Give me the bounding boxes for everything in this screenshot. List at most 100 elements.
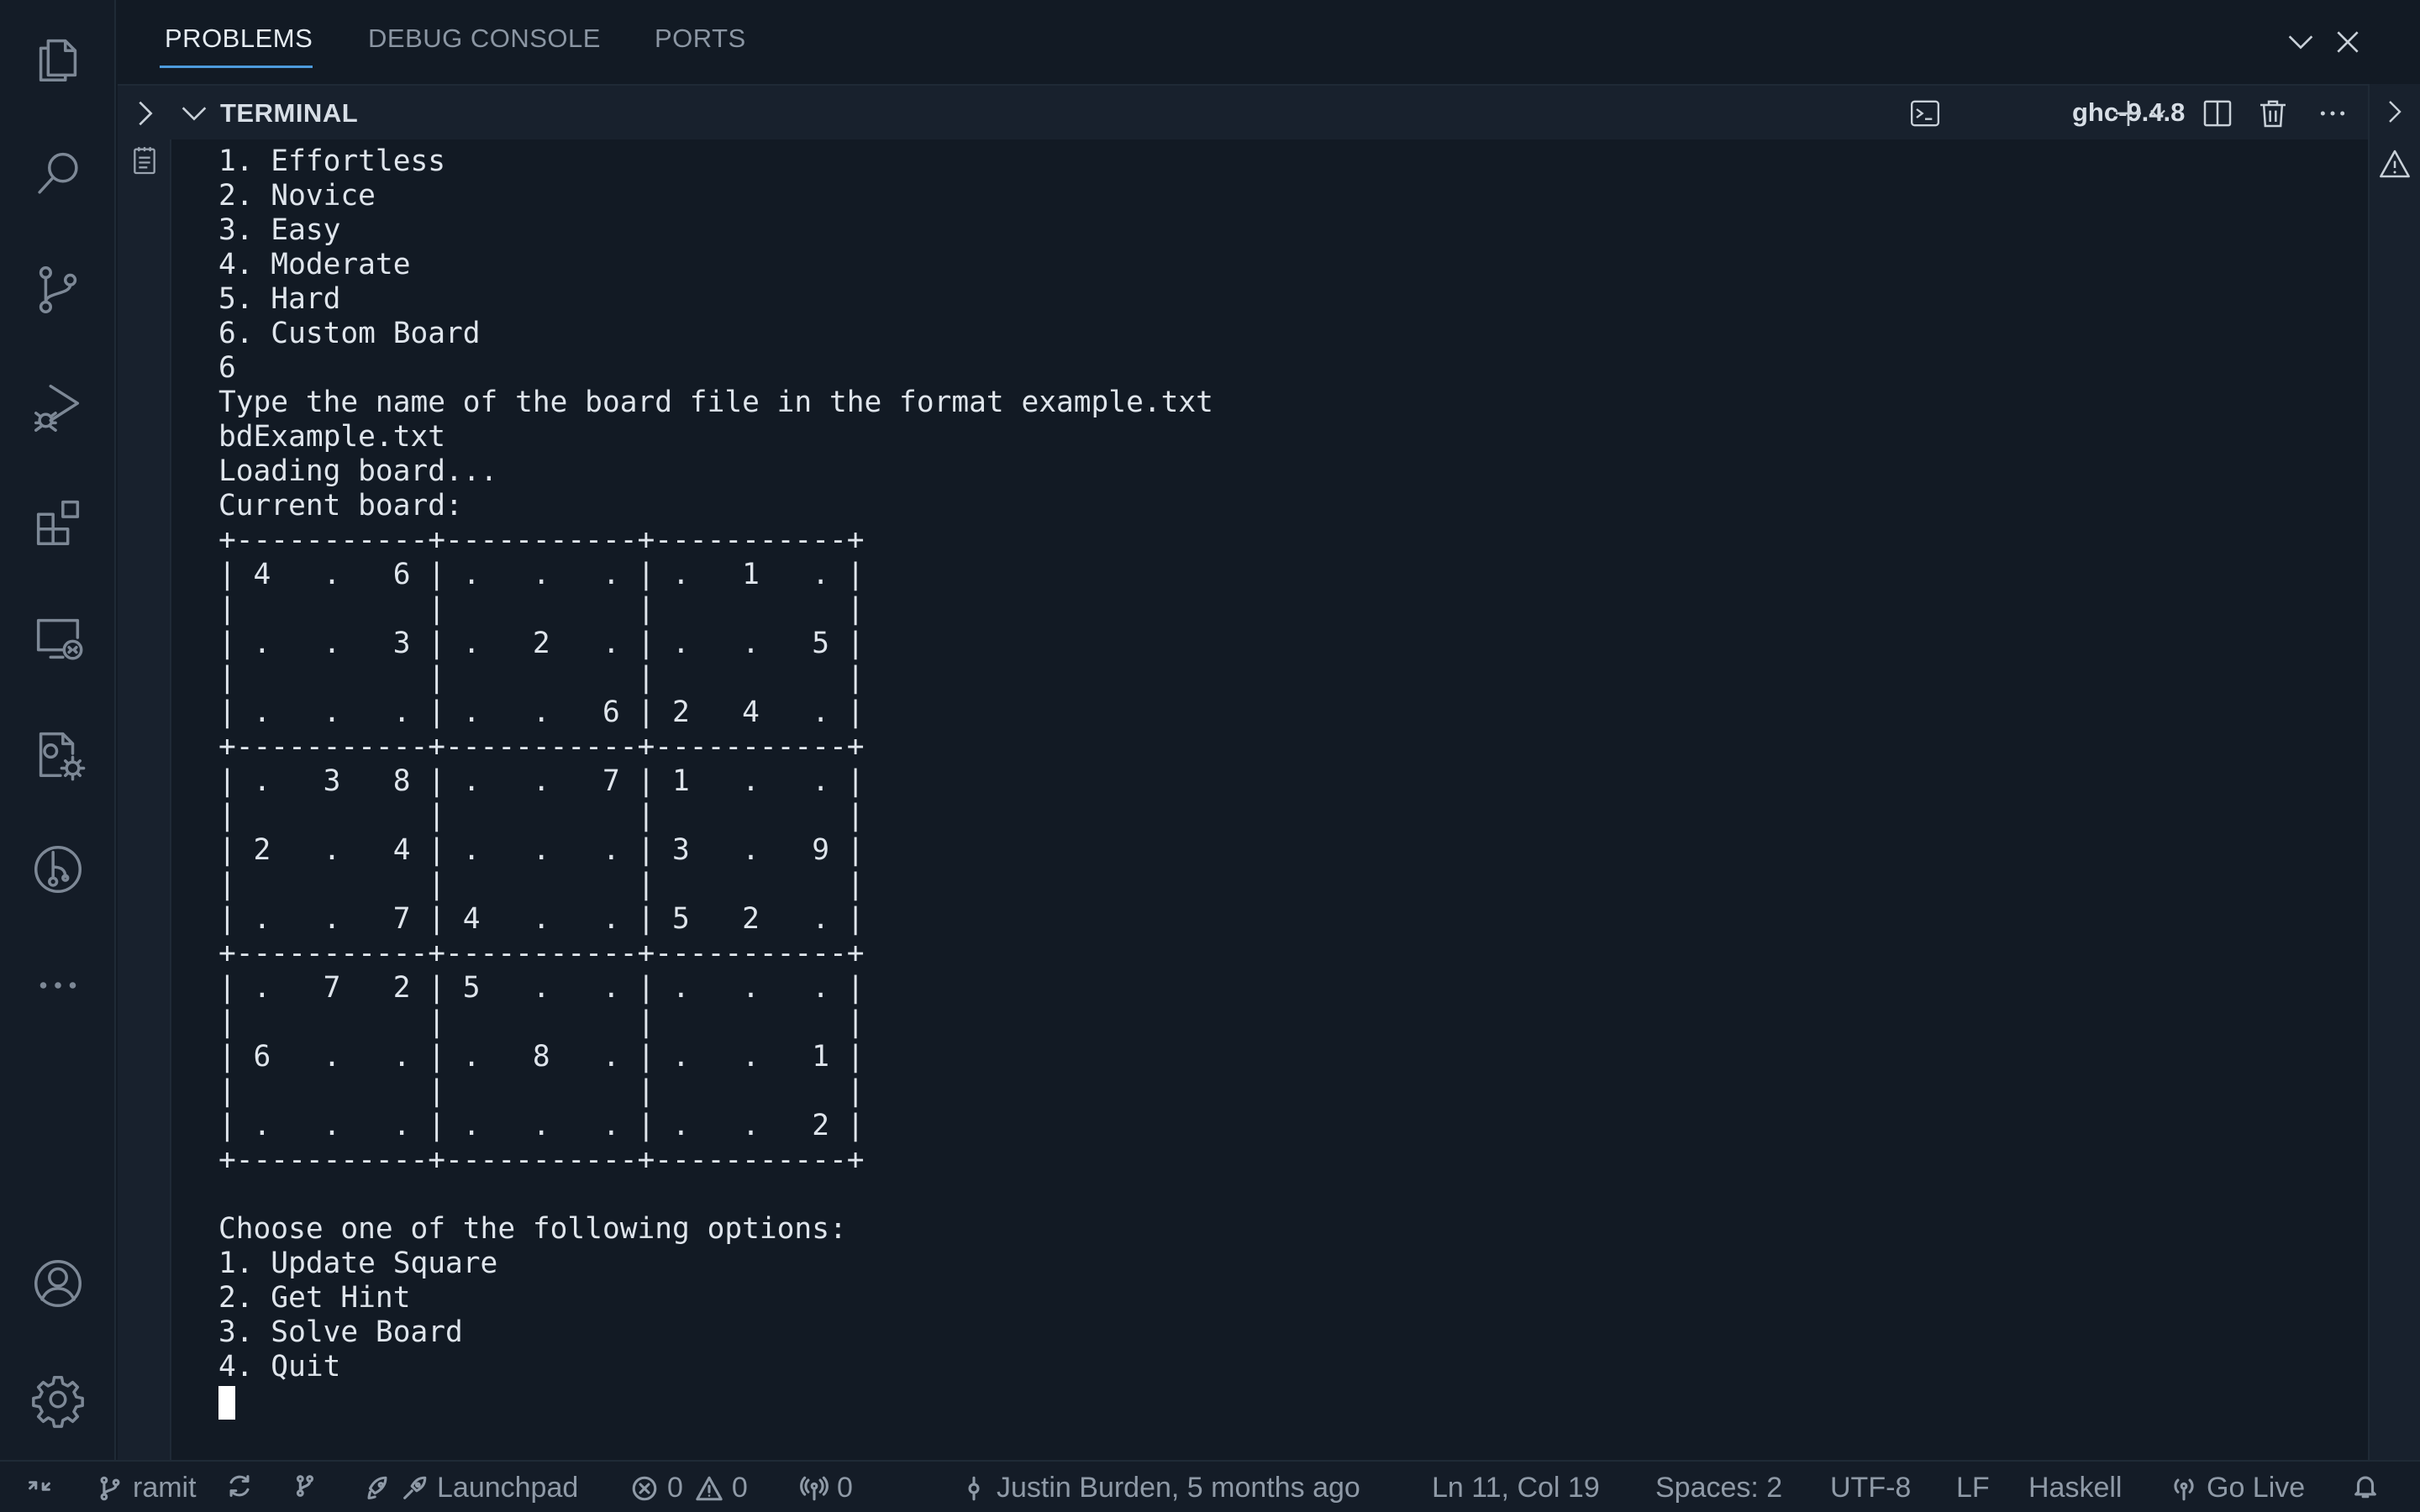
terminal-line: | . 7 2 | 5 . . | . . . | [218, 971, 865, 1005]
branch-indicator[interactable]: ramit [96, 1472, 197, 1504]
explorer-button[interactable] [0, 12, 116, 104]
kill-terminal-button[interactable] [2252, 92, 2294, 134]
remote-icon [29, 1481, 50, 1491]
sync-icon [229, 1475, 250, 1497]
error-icon [632, 1476, 657, 1500]
warning-indicator[interactable] [2376, 143, 2413, 185]
rocket-icon [367, 1476, 387, 1499]
terminal-line: 3. Solve Board [218, 1315, 463, 1349]
run-debug-icon [34, 384, 80, 432]
language-indicator[interactable]: Haskell [2028, 1472, 2122, 1504]
ports-indicator[interactable]: 0 [800, 1472, 853, 1504]
source-control-button[interactable] [0, 244, 116, 336]
broadcast-icon [2174, 1478, 2194, 1500]
panel-close-button[interactable] [2324, 18, 2371, 66]
indentation-indicator[interactable]: Spaces: 2 [1655, 1472, 1782, 1504]
blame-text: Justin Burden, 5 months ago [997, 1472, 1360, 1504]
terminal-line: | | | | [218, 1074, 865, 1108]
tab-debug-console[interactable]: DEBUG CONSOLE [368, 24, 601, 54]
terminal-line: +-----------+-----------+-----------+ [218, 730, 865, 764]
extensions-icon [36, 500, 80, 545]
terminal-collapse-toggle[interactable] [173, 92, 215, 134]
git-branch-icon [100, 1476, 120, 1500]
terminal-output[interactable]: 1. Effortless 2. Novice 3. Easy 4. Moderate… [218, 144, 2353, 1455]
panel-collapse-button[interactable] [2277, 18, 2324, 66]
terminal-launch-profile-dropdown[interactable] [2143, 92, 2173, 134]
ellipsis-icon [2320, 111, 2345, 116]
eol-indicator[interactable]: LF [1956, 1472, 1990, 1504]
terminal-line: | . . . | . . . | . . 2 | [218, 1109, 865, 1142]
terminal-line: | . . 7 | 4 . . | 5 2 . | [218, 902, 865, 936]
chevron-down-icon [2150, 109, 2165, 119]
terminal-section-title: TERMINAL [220, 98, 359, 128]
flask-gear-icon [39, 732, 86, 781]
account-icon [34, 1260, 82, 1307]
terminal-cursor [218, 1386, 235, 1420]
terminal-line: | | | | [218, 592, 865, 626]
terminal-line: | . . 3 | . 2 . | . . 5 | [218, 627, 865, 660]
terminal-line: | . . . | . . 6 | 2 4 . | [218, 696, 865, 729]
terminal-line: | 4 . 6 | . . . | . 1 . | [218, 558, 865, 591]
terminal-line: | 2 . 4 | . . . | 3 . 9 | [218, 833, 865, 867]
cursor-position[interactable]: Ln 11, Col 19 [1432, 1472, 1600, 1504]
launchpad-button[interactable]: Launchpad [363, 1472, 578, 1504]
git-graph-status-button[interactable] [291, 1472, 328, 1500]
terminal-line: 1. Effortless [218, 144, 446, 178]
terminal-more-actions-button[interactable] [2309, 92, 2356, 134]
trash-icon [2260, 100, 2286, 128]
remote-explorer-button[interactable] [0, 591, 116, 684]
terminal-line: | 6 . . | . 8 . | . . 1 | [218, 1040, 865, 1074]
git-graph-button[interactable] [0, 823, 116, 916]
split-editor-icon [2203, 100, 2232, 127]
terminal-line: Loading board... [218, 454, 498, 488]
right-gutter [2368, 84, 2420, 1460]
indentation-text: Spaces: 2 [1655, 1472, 1783, 1504]
language-text: Haskell [2028, 1472, 2123, 1504]
git-blame-indicator[interactable]: Justin Burden, 5 months ago [960, 1472, 1360, 1504]
split-terminal-button[interactable] [2196, 92, 2238, 134]
problems-indicator[interactable]: 0 0 [630, 1472, 748, 1504]
search-button[interactable] [0, 128, 116, 220]
encoding-indicator[interactable]: UTF-8 [1830, 1472, 1911, 1504]
expand-sidebar-button[interactable] [124, 92, 166, 134]
manage-button[interactable] [0, 1353, 116, 1446]
gear-icon [32, 1376, 84, 1428]
sync-button[interactable] [225, 1472, 262, 1500]
ports-count: 0 [837, 1472, 853, 1504]
run-debug-button[interactable] [0, 360, 116, 452]
commit-icon [968, 1476, 980, 1500]
terminal-line: +-----------+-----------+-----------+ [218, 937, 865, 970]
notifications-button[interactable] [2351, 1472, 2388, 1500]
terminal-tab-entry[interactable] [128, 139, 161, 181]
chevron-right-icon [139, 101, 153, 126]
go-live-label: Go Live [2207, 1472, 2306, 1504]
terminal-line: bdExample.txt [218, 420, 446, 454]
tab-problems[interactable]: PROBLEMS [165, 24, 313, 54]
extensions-button[interactable] [0, 475, 116, 568]
tab-ports[interactable]: PORTS [655, 24, 746, 54]
go-live-button[interactable]: Go Live [2170, 1472, 2305, 1504]
accounts-button[interactable] [0, 1237, 116, 1330]
chevron-down-icon [2288, 35, 2313, 50]
bell-icon [2354, 1476, 2376, 1499]
branch-name: ramit [133, 1472, 197, 1504]
remote-indicator[interactable] [25, 1472, 62, 1500]
remote-explorer-icon [36, 618, 83, 660]
more-button[interactable] [0, 939, 116, 1032]
chevron-down-icon [182, 107, 207, 121]
terminal-icon [1911, 100, 1939, 127]
test-gear-button[interactable] [0, 707, 116, 800]
terminal-line: +-----------+-----------+-----------+ [218, 523, 865, 557]
terminal-line: Choose one of the following options: [218, 1212, 847, 1246]
terminal-line: 5. Hard [218, 282, 341, 316]
warning-count: 0 [731, 1472, 748, 1504]
terminal-line: 6 [218, 351, 236, 385]
broadcast-icon [800, 1476, 829, 1500]
expand-right-button[interactable] [2376, 91, 2413, 133]
terminal-line: | . 3 8 | . . 7 | 1 . . | [218, 764, 865, 798]
terminal-line: 6. Custom Board [218, 317, 481, 350]
terminal-line: 4. Moderate [218, 248, 411, 281]
encoding-text: UTF-8 [1830, 1472, 1912, 1504]
warning-icon [696, 1476, 723, 1500]
